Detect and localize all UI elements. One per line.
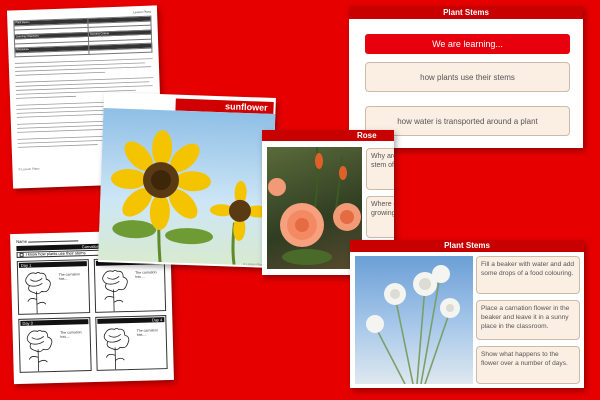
- plan-table: Plant Stems Learning Objectives Success C…: [13, 16, 152, 58]
- sunflower-photo: [98, 108, 276, 266]
- carnation-sketch-icon: [103, 327, 129, 370]
- name-line: [28, 240, 79, 243]
- day-prompt: The carnation has....: [60, 330, 82, 340]
- day-panel: Day 1 The carnation has....: [16, 259, 90, 315]
- instruction-box: Fill a beaker with water and add some dr…: [476, 256, 580, 294]
- day-panel: Day 2 The carnation has....: [93, 257, 167, 313]
- day-panel: Day 4 The carnation has....: [94, 315, 168, 371]
- rose-photo: [267, 147, 362, 269]
- question-box: Where can you see buds growing at the to…: [366, 196, 394, 238]
- name-label: Name: [16, 238, 27, 244]
- rose-illustration: [268, 147, 361, 265]
- learning-point: how plants use their stems: [365, 62, 570, 92]
- day-label: Day 3: [22, 320, 33, 326]
- slide-title: Rose: [262, 130, 394, 141]
- carnation-sketch-icon: [26, 329, 53, 372]
- instruction-box: Show what happens to the flower over a n…: [476, 346, 580, 384]
- day-grid: Day 1 The carnation has.... Day 2 The ca…: [16, 257, 168, 373]
- plant-stems-experiment-slide: Plant Stems Fill a beaker with water and…: [350, 240, 584, 388]
- objective-text: I know how plants use their stems: [25, 250, 86, 257]
- learning-point: how water is transported around a plant: [365, 106, 570, 136]
- instruction-box: Place a carnation flower in the beaker a…: [476, 300, 580, 340]
- slide-title: Plant Stems: [349, 6, 583, 19]
- sunflower-illustration: [111, 130, 270, 265]
- carnation-sketch-icon: [25, 272, 51, 314]
- day-label: Day 4: [151, 317, 163, 323]
- carnation-sketch-icon: [101, 269, 128, 312]
- day-prompt: The carnation has....: [136, 328, 159, 338]
- day-label: Day 1: [20, 262, 32, 268]
- slide-title: Plant Stems: [350, 240, 584, 252]
- plan-header-right: Lesson Plans: [132, 9, 152, 15]
- day-panel: Day 3 The carnation has....: [18, 317, 92, 373]
- learning-banner: We are learning...: [365, 34, 570, 54]
- plant-stems-slide: Plant Stems We are learning... how plant…: [349, 6, 583, 148]
- carnation-illustration: [366, 265, 460, 384]
- poster-footer: © Lesson Plans: [242, 262, 265, 267]
- question-box: Why are there thorns on the stem of a ro…: [366, 148, 394, 190]
- plan-cell: [89, 47, 152, 55]
- day-label-bar: Day 4: [96, 317, 165, 324]
- day-prompt: The carnation has....: [135, 270, 157, 280]
- sunflower-poster: sunflower © Lesson Plans: [98, 92, 276, 268]
- day-label-bar: Day 3: [20, 319, 88, 326]
- name-field: Name: [16, 237, 79, 244]
- day-prompt: The carnation has....: [58, 272, 81, 282]
- day-label-bar: Day 1: [18, 261, 87, 268]
- carnation-photo: [355, 256, 473, 384]
- checkbox-icon: [19, 252, 24, 257]
